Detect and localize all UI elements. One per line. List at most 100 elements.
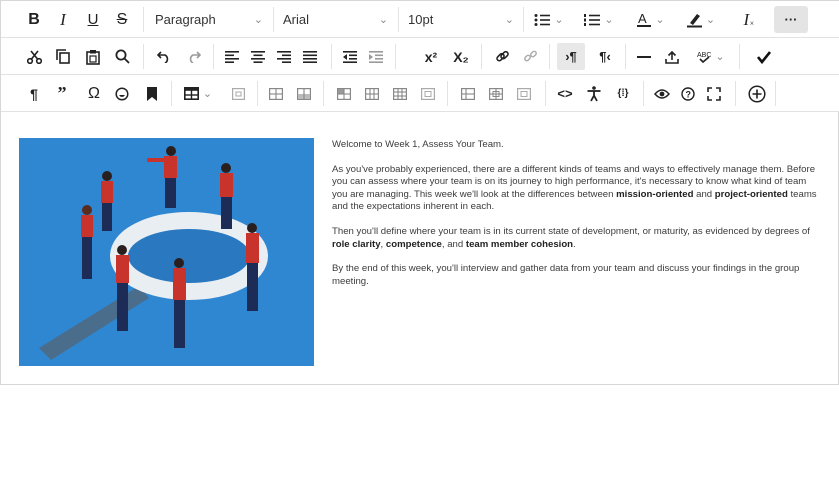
separator	[481, 44, 482, 69]
separator	[735, 81, 736, 106]
fullscreen-button[interactable]	[703, 80, 725, 107]
rtl-direction-button[interactable]: ¶‹	[591, 43, 619, 70]
paragraph-intro: As you've probably experienced, there ar…	[332, 163, 817, 213]
block-format-value: Paragraph	[155, 12, 216, 27]
link-icon	[495, 49, 510, 64]
bookmark-icon	[147, 86, 157, 101]
separator	[739, 44, 740, 69]
delete-row-button[interactable]	[333, 80, 355, 107]
separator	[625, 44, 626, 69]
ltr-direction-button[interactable]: ›¶	[557, 43, 585, 70]
accessibility-check-button[interactable]	[753, 43, 775, 70]
redo-icon	[187, 50, 201, 63]
undo-button[interactable]	[153, 43, 175, 70]
align-right-icon	[277, 50, 291, 63]
highlighter-icon	[686, 12, 702, 28]
editor-content[interactable]: Welcome to Week 1, Assess Your Team. As …	[1, 114, 839, 386]
special-character-button[interactable]: Ω	[83, 80, 105, 107]
align-justify-icon	[303, 50, 317, 63]
indent-icon	[369, 50, 383, 63]
underline-button[interactable]: U	[82, 6, 104, 33]
numbered-list-button[interactable]: ⌄	[579, 6, 619, 33]
indent-button[interactable]	[365, 43, 387, 70]
source-code-button[interactable]: <>	[553, 80, 577, 107]
table-delete-icon	[421, 87, 435, 100]
blockquote-button[interactable]: ”	[51, 80, 73, 107]
separator	[643, 81, 644, 106]
justify-button[interactable]	[299, 43, 321, 70]
delete-column-button[interactable]	[417, 80, 439, 107]
accessibility-button[interactable]	[583, 80, 605, 107]
redo-button[interactable]	[183, 43, 205, 70]
chevron-down-icon: ⌄	[655, 14, 665, 26]
undo-icon	[157, 50, 171, 63]
document-text[interactable]: Welcome to Week 1, Assess Your Team. As …	[332, 139, 822, 300]
scissors-icon	[26, 49, 42, 64]
chevron-down-icon: ⌄	[705, 14, 716, 26]
strikethrough-button[interactable]: S	[111, 6, 133, 33]
copy-icon	[56, 49, 70, 64]
cell-properties-button[interactable]	[513, 80, 535, 107]
highlight-color-button[interactable]: ⌄	[681, 6, 721, 33]
add-button[interactable]	[745, 80, 769, 107]
align-center-button[interactable]	[247, 43, 269, 70]
horizontal-line-button[interactable]	[633, 43, 655, 70]
insert-column-after-button[interactable]	[389, 80, 411, 107]
font-family-dropdown[interactable]: Arial ⌄	[277, 6, 394, 33]
spellcheck-icon: ABC	[697, 50, 711, 64]
horizontal-line-icon	[637, 55, 651, 59]
preview-button[interactable]	[651, 80, 673, 107]
outdent-button[interactable]	[339, 43, 361, 70]
copy-button[interactable]	[52, 43, 74, 70]
bullet-list-button[interactable]: ⌄	[529, 6, 569, 33]
merge-cells-button[interactable]	[457, 80, 479, 107]
block-format-dropdown[interactable]: Paragraph ⌄	[149, 6, 269, 33]
emoji-button[interactable]	[111, 80, 133, 107]
font-size-dropdown[interactable]: 10pt ⌄	[402, 6, 520, 33]
cut-button[interactable]	[23, 43, 45, 70]
separator	[273, 7, 274, 32]
separator	[323, 81, 324, 106]
person-figure	[116, 245, 129, 331]
show-blocks-button[interactable]: ¶	[23, 80, 45, 107]
chevron-down-icon: ⌄	[253, 14, 263, 26]
align-left-icon	[225, 50, 239, 63]
checkmark-icon	[757, 50, 771, 64]
clear-formatting-button[interactable]: I ×	[737, 6, 761, 33]
subscript-button[interactable]: X₂	[449, 43, 473, 70]
split-cells-button[interactable]	[485, 80, 507, 107]
quote-icon: ”	[57, 83, 67, 103]
help-button[interactable]: ?	[677, 80, 699, 107]
paste-button[interactable]	[82, 43, 104, 70]
bookmark-button[interactable]	[141, 80, 163, 107]
separator	[447, 81, 448, 106]
insert-row-after-button[interactable]	[293, 80, 315, 107]
separator	[523, 7, 524, 32]
insert-row-before-button[interactable]	[265, 80, 287, 107]
split-cells-icon	[489, 87, 503, 100]
unlink-button[interactable]	[519, 43, 541, 70]
separator	[143, 7, 144, 32]
italic-button[interactable]: I	[52, 6, 74, 33]
person-figure	[246, 223, 259, 311]
chevron-down-icon: ⌄	[504, 14, 514, 26]
find-button[interactable]	[111, 43, 133, 70]
insert-link-button[interactable]	[491, 43, 513, 70]
spellcheck-button[interactable]: ABC ⌄	[691, 43, 731, 70]
superscript-button[interactable]: x²	[419, 43, 443, 70]
emoji-icon	[115, 86, 129, 101]
table-column-icon	[365, 87, 379, 100]
align-right-button[interactable]	[273, 43, 295, 70]
insert-column-before-button[interactable]	[361, 80, 383, 107]
separator	[331, 44, 332, 69]
more-button[interactable]: ···	[774, 6, 808, 33]
insert-table-button[interactable]: ⌄	[179, 80, 217, 107]
insert-variable-button[interactable]: {⁞}	[611, 80, 635, 107]
text-color-button[interactable]: A ⌄	[631, 6, 671, 33]
merge-cells-icon	[461, 87, 475, 100]
insert-anchor-button[interactable]	[661, 43, 683, 70]
bold-button[interactable]: B	[23, 6, 45, 33]
align-left-button[interactable]	[221, 43, 243, 70]
table-properties-button[interactable]	[227, 80, 249, 107]
separator	[213, 44, 214, 69]
